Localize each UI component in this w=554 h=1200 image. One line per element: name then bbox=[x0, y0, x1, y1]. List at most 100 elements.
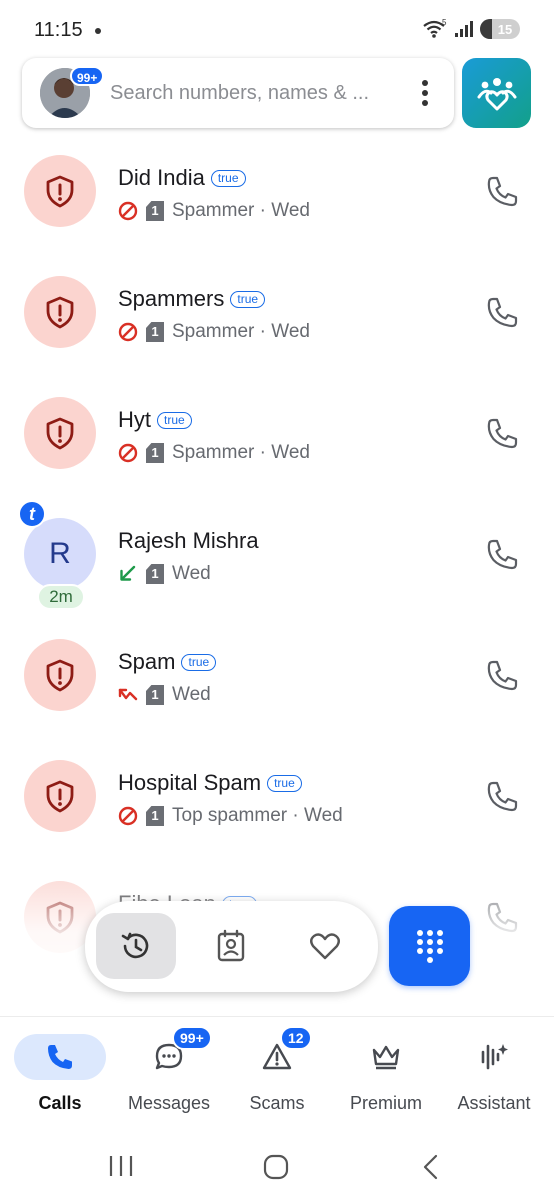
call-meta: Spammer · Wed bbox=[172, 321, 310, 342]
favorites-tab[interactable] bbox=[285, 913, 365, 979]
call-row[interactable]: Did India true 1 Spammer · Wed bbox=[0, 140, 554, 261]
notification-dot bbox=[95, 28, 101, 34]
spam-shield-icon bbox=[46, 659, 74, 691]
phone-icon bbox=[48, 1045, 72, 1069]
spam-avatar[interactable] bbox=[24, 639, 96, 711]
call-back-button[interactable] bbox=[484, 779, 520, 815]
sim-icon: 1 bbox=[146, 806, 164, 826]
assistant-icon bbox=[481, 1044, 508, 1070]
nav-calls[interactable]: Calls bbox=[5, 1031, 115, 1121]
call-details: 1 Spammer · Wed bbox=[118, 200, 310, 222]
nav-count-badge: 99+ bbox=[172, 1026, 212, 1050]
system-navigation-bar bbox=[0, 1130, 554, 1200]
call-back-button[interactable] bbox=[484, 295, 520, 331]
nav-label: Assistant bbox=[457, 1093, 531, 1113]
true-tag: true bbox=[157, 411, 192, 429]
call-row[interactable]: Spammers true 1 Spammer · Wed bbox=[0, 261, 554, 382]
recents-tab[interactable] bbox=[96, 913, 176, 979]
search-bar[interactable]: 99+ Search numbers, names & ... bbox=[22, 58, 454, 128]
nav-premium[interactable]: Premium bbox=[331, 1031, 441, 1121]
sim-icon: 1 bbox=[146, 201, 164, 221]
caller-name-line: Rajesh Mishra bbox=[118, 528, 259, 554]
call-back-button[interactable] bbox=[484, 416, 520, 452]
caller-name: Spam bbox=[118, 649, 176, 674]
call-meta: Spammer · Wed bbox=[172, 200, 310, 221]
call-back-button[interactable] bbox=[484, 174, 520, 210]
phone-icon bbox=[487, 660, 518, 691]
call-back-button[interactable] bbox=[484, 658, 520, 694]
profile-notification-badge: 99+ bbox=[70, 66, 105, 86]
history-icon bbox=[121, 932, 149, 959]
battery-level: 15 bbox=[497, 21, 513, 37]
true-tag: true bbox=[267, 774, 302, 792]
nav-label: Calls bbox=[38, 1093, 82, 1113]
call-row[interactable]: Rt 2m Rajesh Mishra 1 Wed bbox=[0, 500, 554, 624]
home-icon[interactable] bbox=[263, 1154, 289, 1180]
phone-icon bbox=[487, 176, 518, 207]
caller-name-line: Did India true bbox=[118, 165, 246, 191]
call-meta: Top spammer · Wed bbox=[172, 805, 343, 826]
true-tag: true bbox=[181, 653, 217, 671]
call-row[interactable]: Hospital Spam true 1 Top spammer · Wed bbox=[0, 745, 554, 866]
search-input[interactable]: Search numbers, names & ... bbox=[110, 82, 369, 105]
spam-shield-icon bbox=[46, 175, 74, 207]
nav-assistant[interactable]: Assistant bbox=[439, 1031, 549, 1121]
status-icons: 5 15 bbox=[422, 19, 520, 39]
phone-icon bbox=[487, 539, 518, 570]
caller-name-line: Hyt true bbox=[118, 407, 192, 433]
dialpad-icon bbox=[416, 930, 443, 963]
caller-name-line: Hospital Spam true bbox=[118, 770, 302, 796]
family-icon bbox=[477, 78, 516, 111]
true-tag: true bbox=[230, 290, 266, 308]
family-protection-button[interactable] bbox=[462, 58, 531, 128]
contacts-tab[interactable] bbox=[191, 913, 271, 979]
call-meta: Wed bbox=[172, 684, 211, 705]
caller-name-line: Spam true bbox=[118, 649, 217, 675]
avatar-letter: R bbox=[49, 537, 71, 570]
dialpad-button[interactable] bbox=[389, 906, 470, 986]
back-icon[interactable] bbox=[420, 1153, 440, 1181]
signal-icon bbox=[455, 21, 473, 37]
spam-shield-icon bbox=[46, 296, 74, 328]
spam-avatar[interactable] bbox=[24, 760, 96, 832]
heart-icon bbox=[310, 933, 340, 960]
caller-name-line: Spammers true bbox=[118, 286, 266, 312]
call-details: 1 Spammer · Wed bbox=[118, 321, 310, 343]
call-back-button[interactable] bbox=[484, 537, 520, 573]
spam-avatar[interactable] bbox=[24, 276, 96, 348]
contact-avatar[interactable]: R bbox=[24, 518, 96, 590]
spam-shield-icon bbox=[46, 417, 74, 449]
contacts-icon bbox=[217, 929, 245, 962]
spam-avatar[interactable] bbox=[24, 397, 96, 469]
phone-icon bbox=[487, 418, 518, 449]
blocked-icon bbox=[118, 201, 138, 221]
nav-label: Scams bbox=[249, 1093, 305, 1113]
call-details: 1 Spammer · Wed bbox=[118, 442, 310, 464]
caller-name: Hospital Spam bbox=[118, 770, 262, 795]
call-meta: Wed bbox=[172, 563, 211, 584]
nav-count-badge: 12 bbox=[280, 1026, 312, 1050]
sim-icon: 1 bbox=[146, 564, 164, 584]
truecaller-badge: t bbox=[18, 500, 46, 528]
incoming-call-icon bbox=[120, 565, 136, 581]
crown-icon bbox=[372, 1045, 400, 1070]
nav-messages[interactable]: Messages 99+ bbox=[114, 1026, 224, 1121]
nav-scams[interactable]: Scams 12 bbox=[222, 1026, 332, 1121]
wifi-label: 5 bbox=[442, 19, 447, 27]
nav-icon-container bbox=[448, 1034, 540, 1080]
nav-icon-container bbox=[14, 1034, 106, 1080]
nav-label: Messages bbox=[127, 1093, 211, 1113]
call-details: 1 Top spammer · Wed bbox=[118, 805, 343, 827]
spam-avatar[interactable] bbox=[24, 155, 96, 227]
status-bar: 11:15 5 15 bbox=[0, 0, 554, 58]
caller-name: Spammers bbox=[118, 286, 225, 311]
call-row[interactable]: Hyt true 1 Spammer · Wed bbox=[0, 382, 554, 503]
call-duration-badge: 2m bbox=[37, 584, 85, 610]
phone-icon bbox=[487, 297, 518, 328]
more-options-icon[interactable] bbox=[422, 80, 428, 106]
sim-icon: 1 bbox=[146, 685, 164, 705]
call-row[interactable]: Spam true 1 Wed bbox=[0, 624, 554, 745]
blocked-icon bbox=[118, 322, 138, 342]
recent-apps-icon[interactable] bbox=[108, 1154, 134, 1178]
call-view-switcher bbox=[85, 901, 378, 992]
